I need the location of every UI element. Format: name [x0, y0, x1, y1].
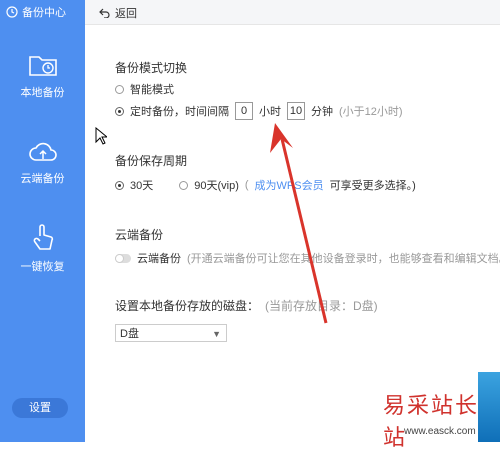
disk-current: (当前存放目录：D盘): [265, 299, 378, 313]
interval-hint: (小于12小时): [339, 106, 403, 118]
retention-title: 备份保存周期: [115, 154, 188, 168]
hours-input[interactable]: 0: [235, 102, 253, 120]
cloud-backup-desc: (开通云端备份可让您在其他设备登录时，也能够查看和编辑文档。: [187, 253, 500, 265]
retention-note-tail: 可享受更多选择。): [329, 180, 416, 192]
chevron-down-icon: ▼: [212, 329, 221, 339]
sidebar-item-one-click-restore[interactable]: 一键恢复: [0, 222, 85, 274]
smart-mode-radio[interactable]: [115, 84, 124, 94]
sidebar-item-label: 本地备份: [20, 87, 65, 99]
back-label: 返回: [115, 8, 137, 20]
smart-mode-option[interactable]: 智能模式: [115, 81, 174, 97]
mouse-cursor-icon: [95, 127, 107, 145]
sidebar-item-cloud-backup[interactable]: 云端备份: [0, 140, 85, 186]
cloud-backup-toggle-label: 云端备份: [137, 253, 181, 265]
retention-90-radio[interactable]: [179, 180, 189, 190]
retention-30-radio[interactable]: [115, 180, 124, 190]
settings-button[interactable]: 设置: [12, 398, 68, 418]
watermark-text: 易采站长站: [383, 394, 480, 451]
watermark-url: www.easck.com: [404, 426, 476, 437]
sidebar: 备份中心 本地备份 云端备份 一键恢复 设置: [0, 0, 85, 442]
back-button[interactable]: 返回: [99, 5, 137, 21]
disk-row: 设置本地备份存放的磁盘： (当前存放目录：D盘): [115, 297, 378, 314]
minutes-unit: 分钟: [311, 106, 333, 118]
cloud-upload-icon: [28, 142, 57, 161]
sidebar-item-local-backup[interactable]: 本地备份: [0, 52, 85, 100]
retention-30-label: 30天: [130, 180, 154, 192]
sidebar-item-label: 云端备份: [20, 173, 65, 185]
smart-mode-label: 智能模式: [130, 84, 174, 96]
timed-backup-label: 定时备份，时间间隔: [130, 106, 229, 118]
timed-backup-radio[interactable]: [115, 106, 124, 116]
retention-options: 30天 90天(vip) ( 成为WPS会员 可享受更多选择。): [115, 177, 416, 193]
backup-center-icon: [6, 6, 18, 18]
wps-member-link[interactable]: 成为WPS会员: [255, 177, 324, 193]
sidebar-item-label: 一键恢复: [20, 261, 65, 273]
note-open: (: [244, 179, 249, 191]
main-panel: 备份模式切换 智能模式 定时备份，时间间隔 0 小时 10 分钟 (小于12小时…: [85, 24, 500, 442]
cloud-title: 云端备份: [115, 228, 164, 242]
disk-title: 设置本地备份存放的磁盘：: [115, 299, 260, 313]
sidebar-title-text: 备份中心: [22, 7, 66, 19]
cloud-backup-toggle[interactable]: [115, 253, 131, 263]
hand-pointer-icon: [33, 224, 53, 250]
folder-clock-icon: [28, 56, 57, 76]
mode-title: 备份模式切换: [115, 61, 188, 75]
disk-select-value: D盘: [120, 328, 139, 340]
minutes-input[interactable]: 10: [287, 102, 305, 120]
timed-backup-option[interactable]: 定时备份，时间间隔 0 小时 10 分钟 (小于12小时): [115, 102, 403, 120]
top-bar: 返回: [85, 0, 500, 25]
hours-unit: 小时: [259, 106, 281, 118]
sidebar-title: 备份中心: [6, 4, 66, 20]
back-arrow-icon: [99, 8, 110, 18]
cloud-backup-row: 云端备份 (开通云端备份可让您在其他设备登录时，也能够查看和编辑文档。: [115, 250, 500, 266]
disk-select[interactable]: D盘 ▼: [115, 324, 227, 342]
retention-90-label: 90天(vip): [194, 180, 239, 192]
